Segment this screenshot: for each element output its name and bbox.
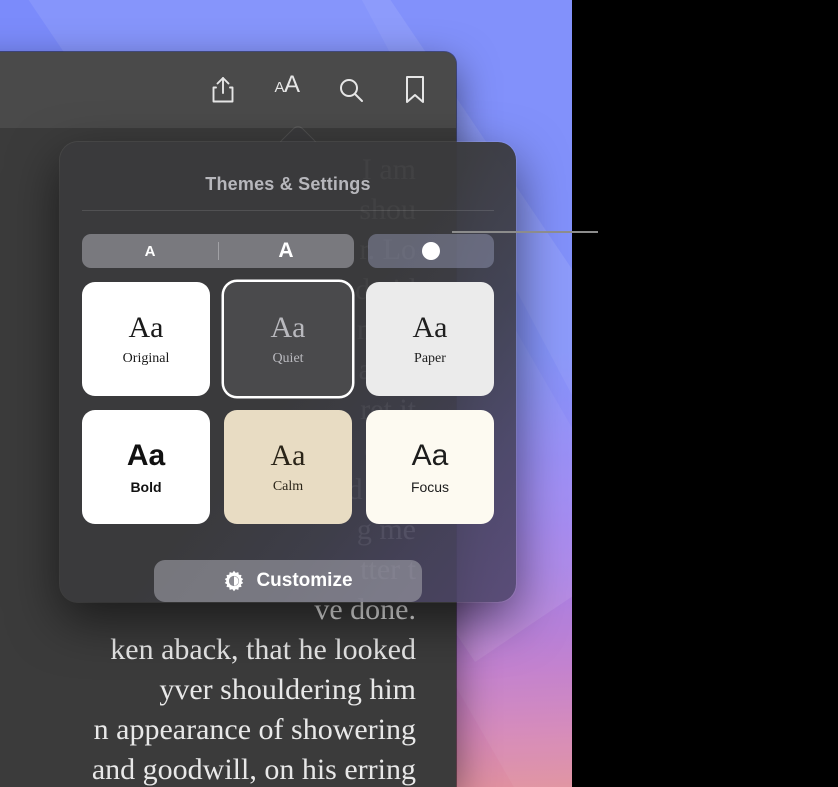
theme-tile-paper[interactable]: Aa Paper [366,282,494,396]
text-size-icon[interactable]: AA [270,73,304,107]
theme-preview-glyph: Aa [412,310,448,344]
font-size-segment[interactable]: A A [82,234,354,268]
theme-tile-focus[interactable]: Aa Focus [366,410,494,524]
share-icon[interactable] [206,73,240,107]
theme-label: Calm [272,478,304,494]
popover-divider [82,210,494,211]
theme-label: Quiet [272,350,304,366]
theme-preview-glyph: Aa [411,438,449,472]
reader-line: n appearance of showering [93,713,416,746]
themes-settings-popover: Themes & Settings A A Aa Original Aa Qui… [60,122,516,602]
theme-tile-quiet[interactable]: Aa Quiet [224,282,352,396]
screenshot-root: AA I am shou r. Lo d gid not e ated. ret… [0,0,838,787]
reader-toolbar: AA [0,52,456,128]
appearance-toggle-button[interactable] [368,234,494,268]
bookmark-icon[interactable] [398,73,432,107]
text-size-big-a: A [284,71,300,98]
theme-label: Bold [130,478,162,495]
reader-line: ken aback, that he looked [110,633,416,666]
theme-preview-glyph: Aa [128,310,164,344]
theme-preview-glyph: Aa [270,310,306,344]
search-icon[interactable] [334,73,368,107]
text-size-small-a: A [274,79,284,96]
theme-preview-glyph: Aa [270,438,306,472]
contrast-circle-icon [421,241,441,261]
theme-label: Focus [410,478,450,495]
popover-title: Themes & Settings [205,174,371,194]
theme-preview-glyph: Aa [126,438,166,472]
controls-row: A A [82,234,494,268]
reader-line: and goodwill, on his erring [91,753,416,786]
customize-label: Customize [256,570,353,591]
popover-arrow [273,122,323,144]
decrease-font-size-button[interactable]: A [82,234,218,268]
theme-label: Paper [414,350,446,366]
customize-button[interactable]: Customize [154,560,422,602]
gear-icon [223,570,245,592]
theme-label: Original [122,350,170,366]
reader-line: yver shouldering him [159,673,416,706]
segment-divider [218,242,219,260]
theme-tile-original[interactable]: Aa Original [82,282,210,396]
popover-panel: Themes & Settings A A Aa Original Aa Qui… [60,142,516,602]
annotation-callout-line [452,231,598,233]
theme-grid: Aa Original Aa Quiet Aa Paper Aa Bold Aa [82,282,494,524]
theme-tile-calm[interactable]: Aa Calm [224,410,352,524]
theme-tile-bold[interactable]: Aa Bold [82,410,210,524]
increase-font-size-button[interactable]: A [218,234,354,268]
